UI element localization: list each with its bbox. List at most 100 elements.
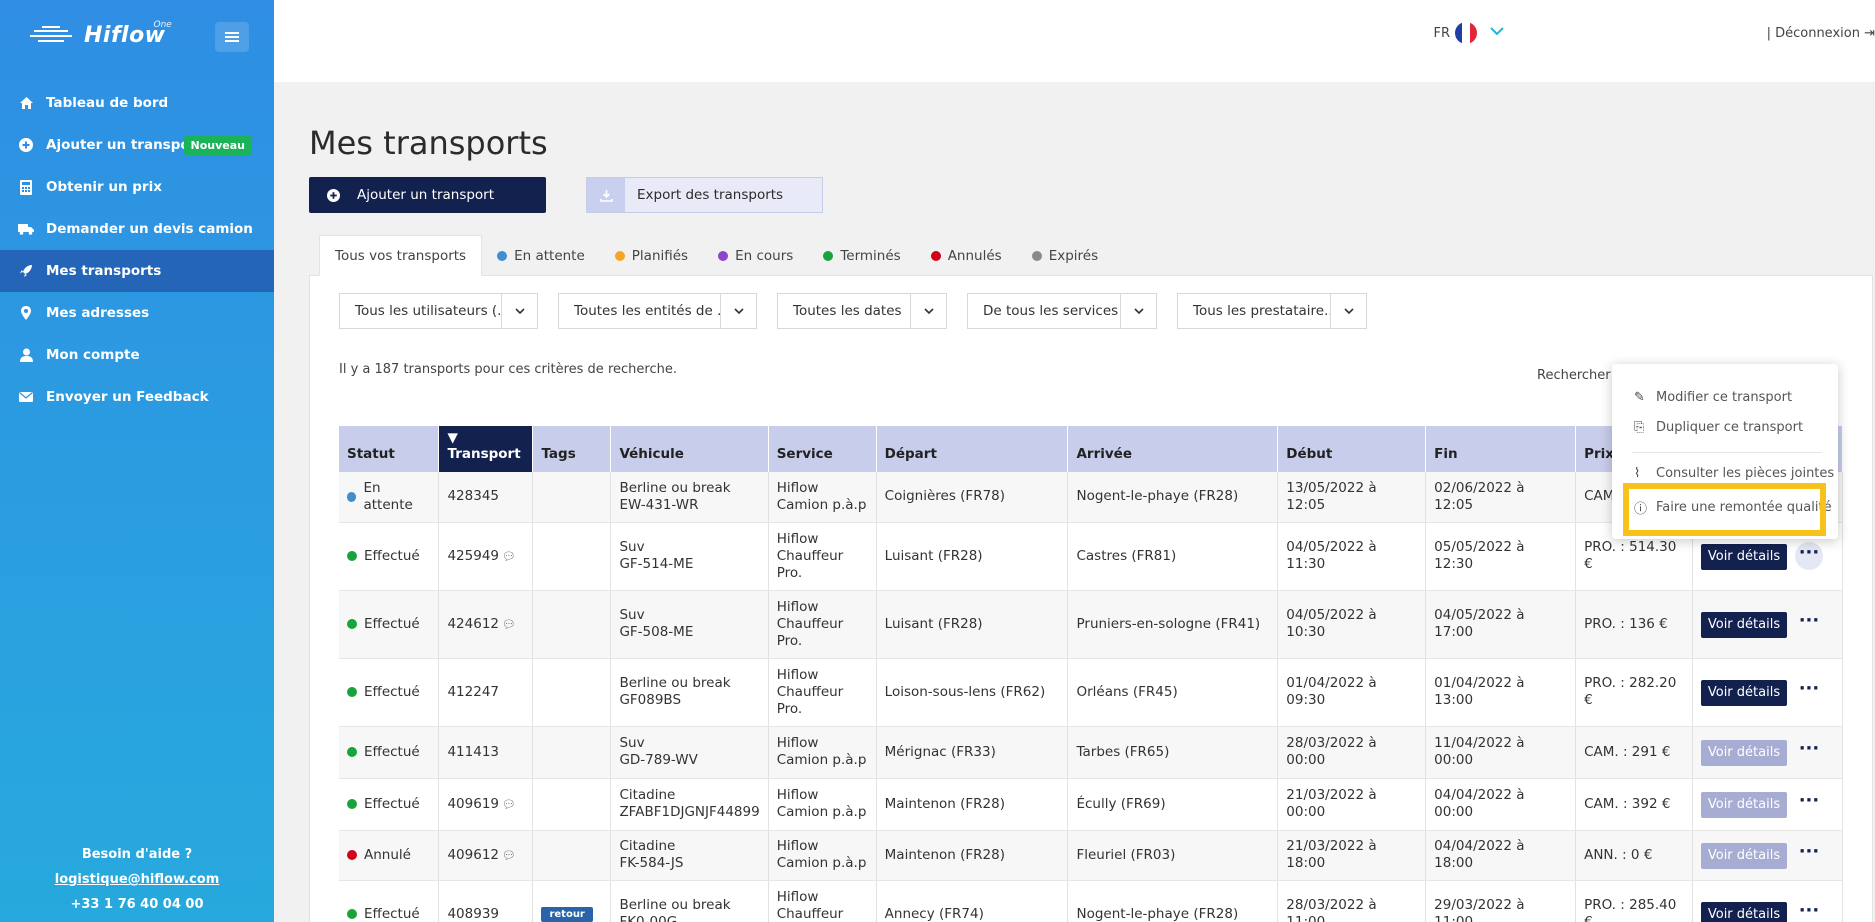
vehicle-plate: FK-584-JS [619, 855, 684, 871]
tab-expired[interactable]: Expirés [1017, 235, 1113, 276]
menu-toggle-button[interactable] [215, 22, 249, 52]
cell-transport-id: 411413 [438, 726, 534, 779]
column-header-transport[interactable]: ▼ Transport [438, 426, 534, 472]
cell-vehicle: Citadine ZFABF1DJGNJF44899 [610, 778, 769, 831]
more-actions-icon[interactable]: ··· [1795, 790, 1823, 818]
table-row[interactable]: Annulé 409612 💬︎ Citadine FK-584-JS Hiflow Cam… [339, 830, 1844, 881]
cell-vehicle: Berline ou break EW-431-WR [610, 472, 769, 523]
results-count: Il y a 187 transports pour ces critères … [339, 362, 677, 377]
cell-price: PRO. : 282.20 € [1575, 658, 1693, 727]
more-actions-icon[interactable]: ··· [1794, 542, 1823, 570]
table-row[interactable]: Effectué 408939 retour Berline ou break FK0-… [339, 880, 1844, 922]
cell-start: 28/03/2022 à 11:00 [1277, 880, 1427, 922]
column-header-arrival[interactable]: Arrivée [1067, 426, 1279, 472]
transport-id: 408939 [447, 905, 500, 922]
cell-service: HiflowChauffeur Pro. [768, 590, 877, 659]
logout-link[interactable]: | Déconnexion ⇥ [1767, 26, 1875, 41]
tab-cancelled[interactable]: Annulés [916, 235, 1017, 276]
more-actions-icon[interactable]: ··· [1795, 900, 1823, 922]
view-details-button[interactable]: Voir détails [1700, 902, 1787, 922]
comment-icon[interactable]: 💬︎ [502, 618, 516, 631]
sidebar-item-my-transports[interactable]: Mes transports [0, 250, 274, 292]
cell-start: 21/03/2022 à 00:00 [1277, 778, 1427, 831]
menu-item-duplicate-transport[interactable]: ⎘ Dupliquer ce transport [1634, 420, 1803, 435]
filter-entities[interactable]: Toutes les entités de ... [558, 293, 757, 329]
column-header-service[interactable]: Service [768, 426, 877, 472]
table-row[interactable]: Effectué 424612 💬︎ Suv GF-508-ME Hiflow Chauff… [339, 590, 1844, 659]
view-details-button[interactable]: Voir détails [1700, 740, 1787, 766]
tab-in-progress[interactable]: En cours [703, 235, 808, 276]
sidebar-item-dashboard[interactable]: Tableau de bord [0, 82, 274, 124]
cell-vehicle: Citadine FK-584-JS [610, 830, 769, 881]
column-header-vehicle[interactable]: Véhicule [610, 426, 769, 472]
more-actions-icon[interactable]: ··· [1795, 678, 1823, 706]
cell-price: PRO. : 136 € [1575, 590, 1693, 659]
cell-tags [532, 830, 612, 881]
table-body: En attente 428345 Berline ou break EW-431-W… [339, 472, 1844, 922]
sidebar-item-addresses[interactable]: Mes adresses [0, 292, 274, 334]
tab-planned[interactable]: Planifiés [600, 235, 703, 276]
menu-item-attachments[interactable]: ⌇ Consulter les pièces jointes [1634, 466, 1834, 481]
sidebar-item-truck-quote[interactable]: Demander un devis camion [0, 208, 274, 250]
tab-label: Tous vos transports [335, 247, 467, 264]
transport-id: 411413 [447, 743, 500, 760]
cell-actions: Voir détails ··· [1692, 880, 1844, 922]
comment-icon[interactable]: 💬︎ [502, 550, 516, 563]
more-actions-icon[interactable]: ··· [1795, 610, 1823, 638]
tab-all[interactable]: Tous vos transports [319, 235, 483, 276]
add-transport-button[interactable]: Ajouter un transport [309, 177, 546, 213]
vehicle-type: Berline ou break [619, 479, 731, 496]
column-header-departure[interactable]: Départ [876, 426, 1069, 472]
filter-services[interactable]: De tous les services [967, 293, 1157, 329]
tab-finished[interactable]: Terminés [808, 235, 915, 276]
filter-dates[interactable]: Toutes les dates [777, 293, 947, 329]
comment-icon[interactable]: 💬︎ [502, 798, 516, 811]
cell-transport-id: 424612 💬︎ [438, 590, 534, 659]
cell-departure: Coignières (FR78) [876, 472, 1069, 523]
tab-waiting[interactable]: En attente [482, 235, 600, 276]
chevron-down-icon[interactable] [1489, 25, 1505, 40]
comment-icon[interactable]: 💬︎ [502, 849, 516, 862]
column-header-end[interactable]: Fin [1425, 426, 1577, 472]
status-label: Effectué [364, 615, 420, 632]
cell-transport-id: 409619 💬︎ [438, 778, 534, 831]
help-box: Besoin d'aide ? logistique@hiflow.com +3… [0, 842, 274, 922]
france-flag-icon[interactable] [1455, 22, 1477, 44]
cell-tags [532, 590, 612, 659]
cell-status: Effectué [339, 778, 440, 831]
view-details-button[interactable]: Voir détails [1700, 612, 1787, 638]
table-row[interactable]: Effectué 411413 Suv GD-789-WV Hiflow Camion p… [339, 726, 1844, 779]
status-dot [347, 747, 357, 757]
export-transports-button[interactable]: Export des transports [586, 177, 823, 213]
logo[interactable]: Hiflow One [28, 18, 184, 52]
filter-users[interactable]: Tous les utilisateurs (... [339, 293, 538, 329]
menu-item-label: Consulter les pièces jointes [1656, 466, 1835, 481]
menu-item-edit-transport[interactable]: ✎ Modifier ce transport [1634, 390, 1792, 405]
view-details-button[interactable]: Voir détails [1700, 843, 1787, 869]
sidebar-item-account[interactable]: Mon compte [0, 334, 274, 376]
service-type: Camion p.à.p [776, 855, 867, 871]
cell-arrival: Nogent-le-phaye (FR28) [1067, 472, 1279, 523]
column-header-status[interactable]: Statut [339, 426, 440, 472]
column-header-tags[interactable]: Tags [532, 426, 612, 472]
cell-arrival: Tarbes (FR65) [1067, 726, 1279, 779]
sidebar-item-feedback[interactable]: Envoyer un Feedback [0, 376, 274, 418]
view-details-button[interactable]: Voir détails [1700, 792, 1787, 818]
tab-label: En attente [514, 247, 585, 264]
more-actions-icon[interactable]: ··· [1795, 738, 1823, 766]
cell-price: ANN. : 0 € [1575, 830, 1693, 881]
help-email-link[interactable]: logistique@hiflow.com [0, 867, 274, 892]
cell-actions: Voir détails ··· [1692, 778, 1844, 831]
cell-start: 04/05/2022 à 11:30 [1277, 522, 1427, 591]
table-row[interactable]: Effectué 412247 Berline ou break GF089BS Hif… [339, 658, 1844, 727]
more-actions-icon[interactable]: ··· [1795, 841, 1823, 869]
sidebar-item-get-price[interactable]: Obtenir un prix [0, 166, 274, 208]
filter-providers[interactable]: Tous les prestataire... [1177, 293, 1367, 329]
view-details-button[interactable]: Voir détails [1700, 544, 1787, 570]
table-row[interactable]: Effectué 409619 💬︎ Citadine ZFABF1DJGNJF4489… [339, 778, 1844, 831]
sidebar-item-add-transport[interactable]: Ajouter un transport Nouveau [0, 124, 274, 166]
column-header-start[interactable]: Début [1277, 426, 1427, 472]
view-details-button[interactable]: Voir détails [1700, 680, 1787, 706]
cell-service: Hiflow Camion p.à.p [768, 472, 877, 523]
sidebar-item-label: Obtenir un prix [46, 179, 162, 195]
